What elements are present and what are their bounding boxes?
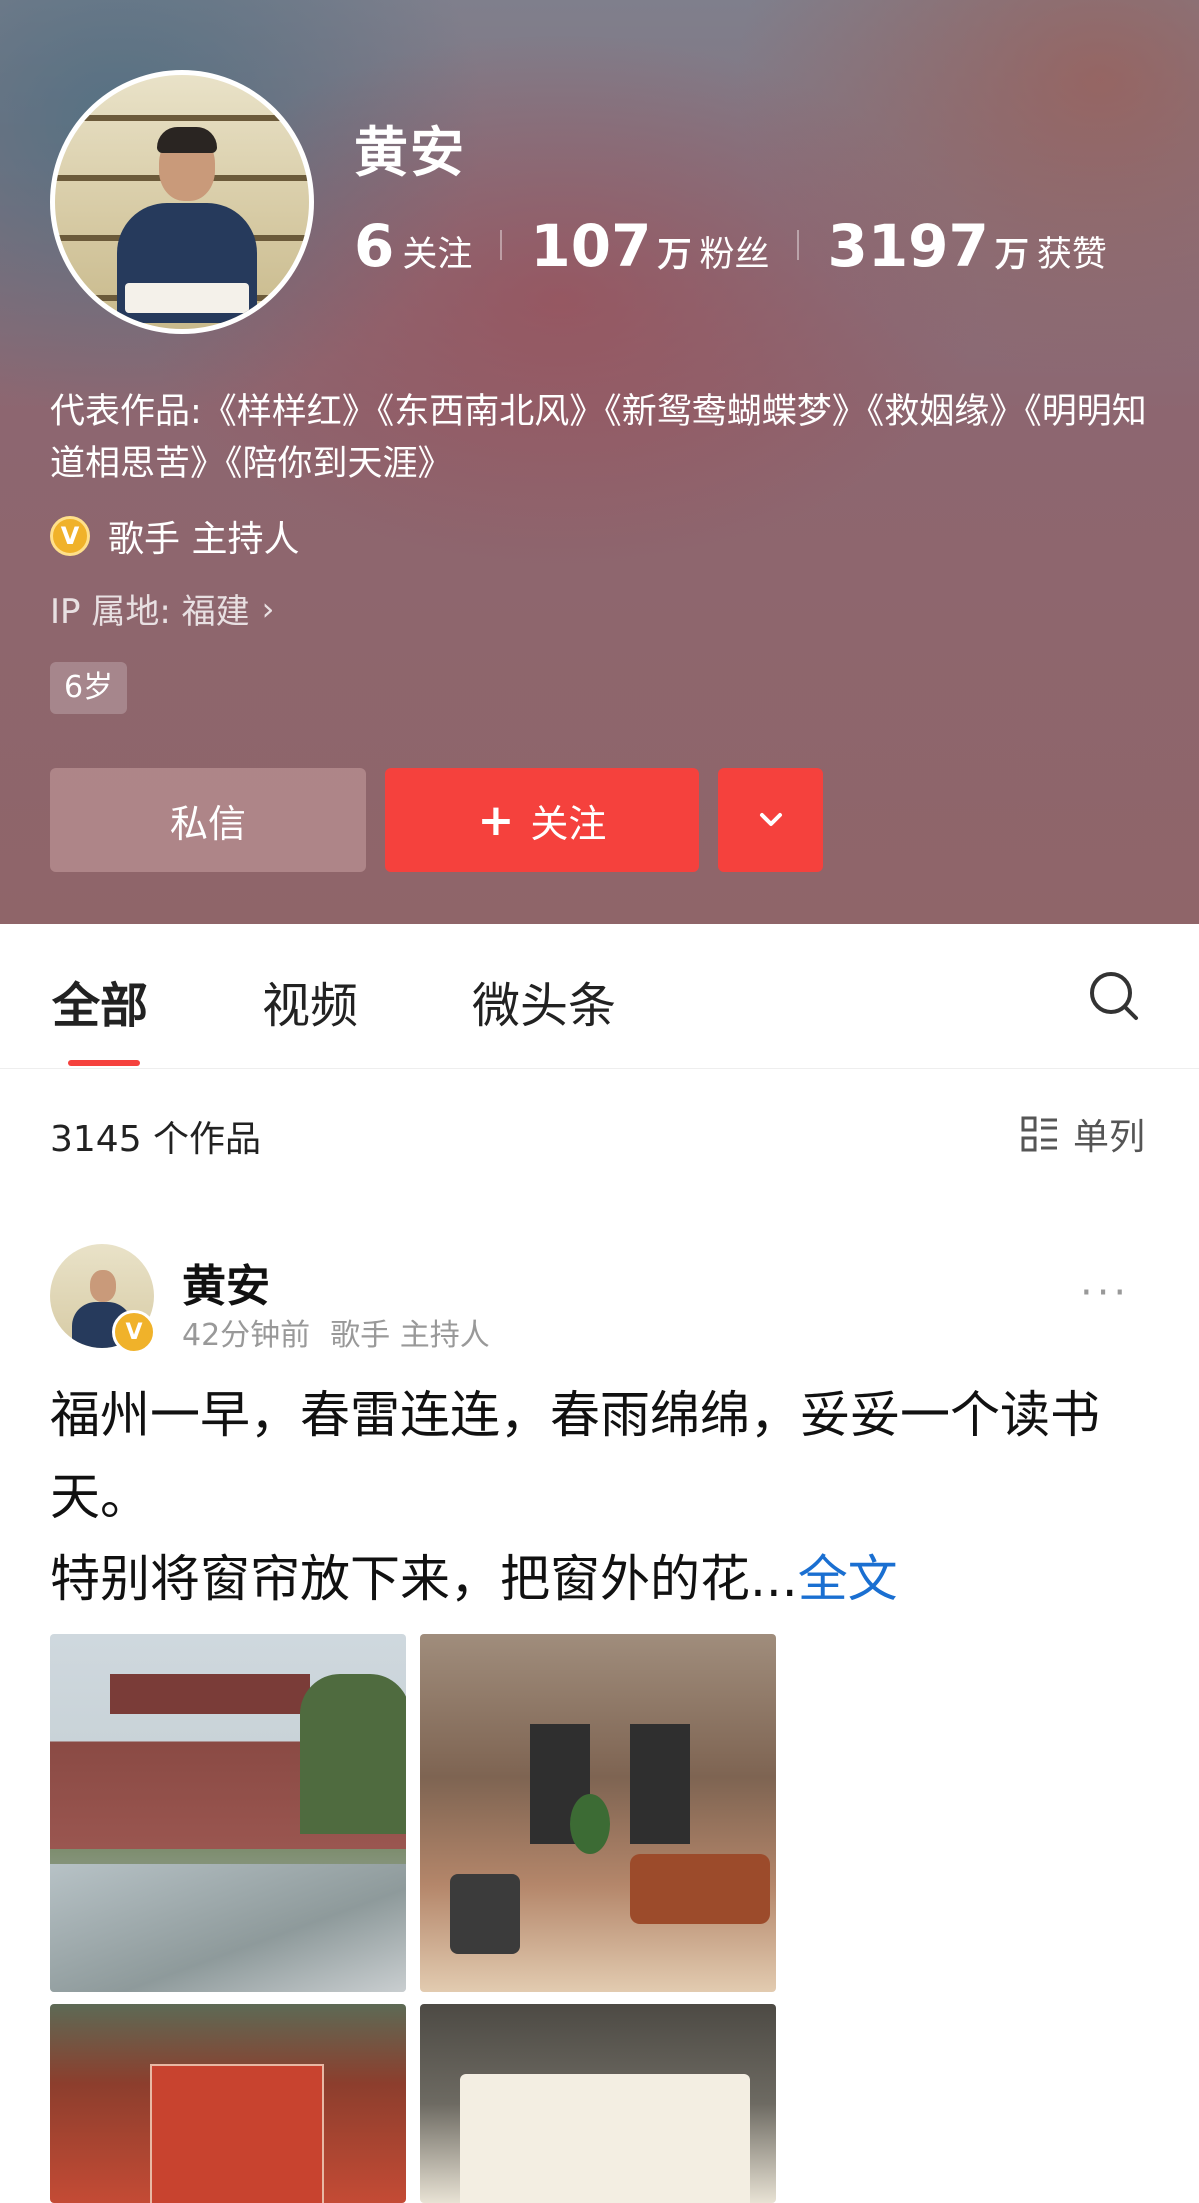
followers-count[interactable]: 107 xyxy=(530,212,651,280)
post-text-line-1: 福州一早，春雷连连，春雨绵绵，妥妥一个读书天。 xyxy=(50,1386,1100,1526)
post-image-living-room[interactable] xyxy=(420,1634,776,1992)
post-text-line-2: 特别将窗帘放下来，把窗外的花... xyxy=(50,1550,798,1608)
following-label[interactable]: 关注 xyxy=(402,226,472,277)
tab-all[interactable]: 全部 xyxy=(52,966,148,1036)
verification-row: V 歌手 主持人 xyxy=(50,510,299,562)
chevron-down-icon xyxy=(759,813,782,826)
more-options-button[interactable] xyxy=(718,768,823,872)
following-count[interactable]: 6 xyxy=(354,212,394,280)
post-more-icon[interactable]: ··· xyxy=(1080,1270,1130,1316)
search-icon[interactable] xyxy=(1086,968,1142,1024)
followers-label[interactable]: 粉丝 xyxy=(699,226,769,277)
ip-location[interactable]: IP 属地: 福建 › xyxy=(50,584,274,633)
post-author-name[interactable]: 黄安 xyxy=(182,1250,270,1314)
followers-unit: 万 xyxy=(657,235,692,275)
tab-videos[interactable]: 视频 xyxy=(262,966,358,1036)
likes-label: 获赞 xyxy=(1036,235,1107,275)
profile-bio: 代表作品:《样样红》《东西南北风》《新鸳鸯蝴蝶梦》《救姻缘》《明明知道相思苦》《… xyxy=(50,392,1147,484)
content-tabs: 全部 视频 微头条 xyxy=(0,924,1199,1069)
likes-unit: 万 xyxy=(994,235,1029,275)
profile-stats: 6 关注 107 万 粉丝 3197 万 获赞 xyxy=(354,212,1107,280)
message-button-label: 私信 xyxy=(169,801,246,846)
post-time: 42分钟前 xyxy=(182,1318,311,1353)
follow-button-label: 关注 xyxy=(530,801,607,846)
verified-badge-icon: V xyxy=(50,516,90,556)
plus-icon: + xyxy=(477,794,515,846)
profile-header: 黄安 6 关注 107 万 粉丝 3197 万 获赞 代表作品:《样样红》《东西… xyxy=(0,0,1199,924)
post-author-tag: 歌手 主持人 xyxy=(330,1318,490,1353)
stat-divider xyxy=(797,230,800,260)
account-age-tag: 6岁 xyxy=(50,662,128,714)
active-tab-indicator xyxy=(68,1060,140,1066)
read-full-link[interactable]: 全文 xyxy=(798,1550,898,1608)
tab-micro-headlines[interactable]: 微头条 xyxy=(472,966,616,1036)
layout-toggle[interactable]: 单列 xyxy=(1021,1108,1145,1160)
works-count: 3145 个作品 xyxy=(50,1119,262,1160)
post-image-building[interactable] xyxy=(50,1634,406,1992)
message-button[interactable]: 私信 xyxy=(50,768,366,872)
post-meta: 42分钟前 歌手 主持人 xyxy=(182,1310,490,1354)
ip-location-text: IP 属地: 福建 xyxy=(50,592,250,632)
likes-count: 3197 xyxy=(827,212,989,280)
layout-toggle-label: 单列 xyxy=(1072,1117,1145,1158)
list-layout-icon xyxy=(1021,1116,1057,1152)
post-image-book-cover[interactable] xyxy=(50,2004,406,2203)
verified-badge-icon: V xyxy=(112,1310,156,1354)
stat-divider xyxy=(500,230,503,260)
post-text[interactable]: 福州一早，春雷连连，春雨绵绵，妥妥一个读书天。 特别将窗帘放下来，把窗外的花..… xyxy=(50,1374,1160,1620)
post-image-open-book[interactable] xyxy=(420,2004,776,2203)
chevron-right-icon: › xyxy=(261,589,275,628)
follow-button[interactable]: + 关注 xyxy=(385,768,699,872)
profile-name: 黄安 xyxy=(354,121,466,184)
verification-text: 歌手 主持人 xyxy=(108,519,300,560)
avatar[interactable] xyxy=(50,70,314,334)
